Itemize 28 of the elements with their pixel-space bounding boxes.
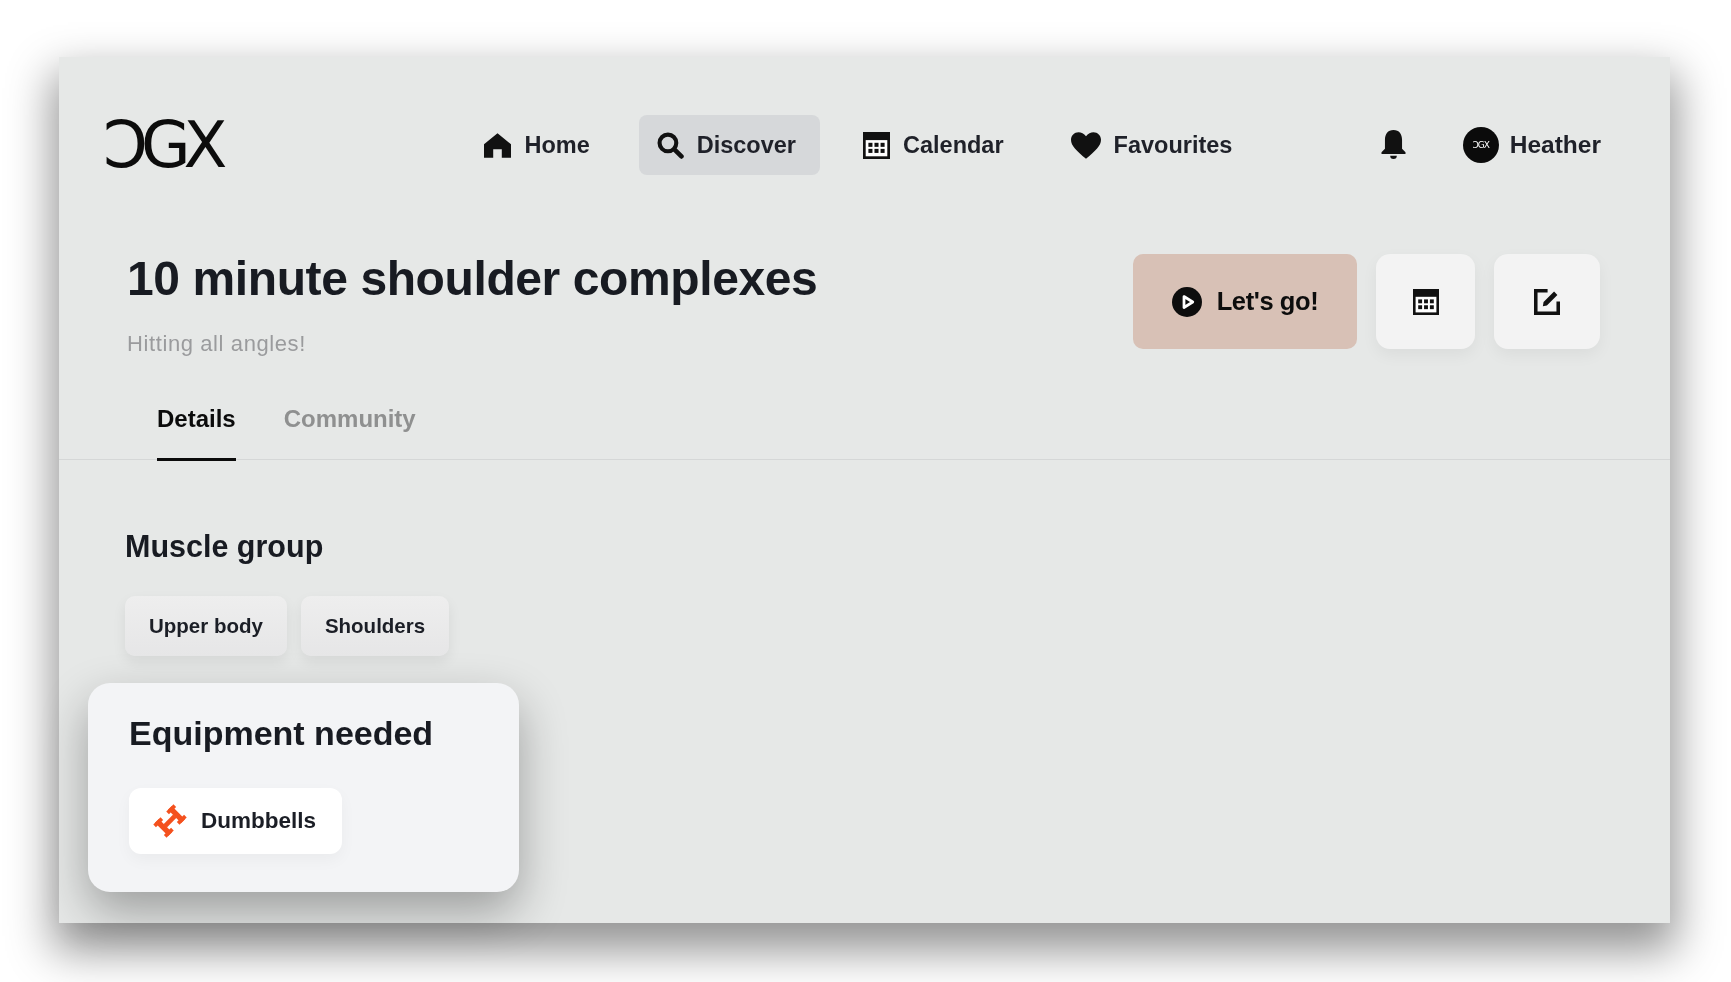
edit-button[interactable] bbox=[1494, 254, 1600, 349]
play-icon bbox=[1171, 286, 1202, 317]
nav-item[interactable]: Calendar bbox=[845, 115, 1028, 175]
card-heading: Equipment needed bbox=[129, 713, 434, 753]
nav-item[interactable]: Discover bbox=[638, 115, 820, 175]
muscle-tag: Upper body bbox=[125, 596, 287, 656]
workout-title: 10 minute shoulder complexes bbox=[127, 251, 818, 307]
calendar-icon bbox=[1412, 288, 1439, 315]
edit-icon bbox=[1534, 288, 1560, 315]
nav-item[interactable]: Favourites bbox=[1052, 115, 1257, 175]
home-icon bbox=[484, 131, 512, 159]
workout-subtitle: Hitting all angles! bbox=[127, 330, 306, 358]
avatar: ƆGX bbox=[1462, 127, 1499, 163]
equipment-label: Dumbbells bbox=[201, 808, 317, 834]
schedule-button[interactable] bbox=[1376, 254, 1475, 349]
heart-icon bbox=[1070, 131, 1101, 159]
nav-item[interactable]: Home bbox=[466, 115, 614, 175]
user-name: Heather bbox=[1509, 131, 1601, 159]
section-heading: Muscle group bbox=[125, 528, 324, 564]
search-icon bbox=[656, 131, 684, 159]
tab[interactable]: Details bbox=[157, 404, 236, 461]
logo[interactable]: ƆGX bbox=[103, 113, 221, 177]
calendar-icon bbox=[863, 131, 890, 159]
user-menu[interactable]: ƆGX Heather bbox=[1462, 127, 1601, 163]
muscle-tag: Shoulders bbox=[300, 596, 450, 656]
dumbbell-icon bbox=[153, 804, 187, 838]
start-button[interactable]: Let's go! bbox=[1133, 254, 1357, 349]
bell-icon[interactable] bbox=[1380, 130, 1406, 160]
